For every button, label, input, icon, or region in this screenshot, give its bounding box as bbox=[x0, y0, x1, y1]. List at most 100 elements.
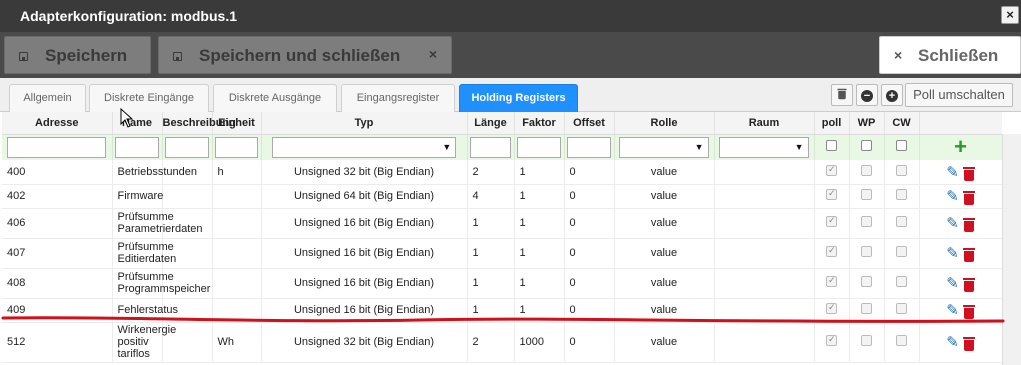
filter-typ-select[interactable] bbox=[271, 136, 457, 158]
cell-name: Firmware bbox=[112, 184, 163, 209]
tab-diskrete-ausgaenge[interactable]: Diskrete Ausgänge bbox=[213, 84, 337, 112]
edit-pencil-icon[interactable]: ✎ bbox=[946, 188, 959, 205]
delete-trash-icon[interactable] bbox=[962, 278, 975, 293]
col-header-offset[interactable]: Offset bbox=[564, 112, 615, 135]
cell-faktor: 1000 bbox=[514, 322, 565, 363]
filter-offset-input[interactable] bbox=[566, 136, 612, 158]
table-row[interactable]: 512 Wirkenergie positiv tariflos Wh Unsigne… bbox=[2, 322, 1002, 363]
cw-checkbox[interactable] bbox=[896, 335, 907, 346]
poll-checkbox[interactable] bbox=[826, 302, 837, 314]
cell-rolle: value bbox=[614, 208, 715, 239]
col-header-raum[interactable]: Raum bbox=[714, 112, 815, 135]
edit-pencil-icon[interactable]: ✎ bbox=[946, 302, 959, 319]
col-header-laenge[interactable]: Länge bbox=[467, 112, 515, 135]
minus-circle-icon: − bbox=[861, 90, 873, 102]
wp-checkbox[interactable] bbox=[861, 303, 872, 314]
col-header-adresse[interactable]: Adresse bbox=[2, 112, 113, 135]
tab-eingangsregister[interactable]: Eingangsregister bbox=[341, 84, 455, 112]
col-header-einheit[interactable]: Einheit bbox=[212, 112, 262, 135]
delete-trash-icon[interactable] bbox=[962, 337, 975, 352]
cell-wp bbox=[849, 160, 885, 185]
wp-checkbox[interactable] bbox=[861, 276, 872, 287]
col-header-rolle[interactable]: Rolle bbox=[614, 112, 715, 135]
tab-allgemein[interactable]: Allgemein bbox=[9, 84, 86, 112]
edit-pencil-icon[interactable]: ✎ bbox=[946, 215, 959, 232]
wp-checkbox[interactable] bbox=[861, 246, 872, 257]
table-row[interactable]: 407 Prüfsumme Editierdaten Unsigned 16 bit… bbox=[2, 238, 1002, 269]
tab-diskrete-eingaenge[interactable]: Diskrete Eingänge bbox=[89, 84, 209, 112]
filter-adresse-input[interactable] bbox=[7, 136, 107, 158]
expand-button[interactable]: + bbox=[881, 84, 903, 106]
delete-trash-icon[interactable] bbox=[962, 191, 975, 206]
filter-einheit-input[interactable] bbox=[214, 136, 259, 158]
header-row: Adresse Name Beschreibung Einheit Typ Lä… bbox=[2, 112, 1002, 135]
filter-raum-select[interactable] bbox=[719, 136, 809, 158]
edit-pencil-icon[interactable]: ✎ bbox=[946, 275, 959, 292]
collapse-button[interactable]: − bbox=[856, 84, 878, 106]
filter-poll-checkbox[interactable] bbox=[826, 140, 837, 152]
wp-checkbox[interactable] bbox=[861, 164, 872, 176]
cell-laenge: 4 bbox=[467, 184, 515, 209]
filter-laenge-input[interactable] bbox=[469, 136, 512, 158]
wp-checkbox[interactable] bbox=[861, 335, 872, 346]
cw-checkbox[interactable] bbox=[896, 189, 907, 200]
delete-all-button[interactable] bbox=[831, 84, 853, 106]
poll-checkbox[interactable] bbox=[826, 245, 837, 257]
wp-checkbox[interactable] bbox=[861, 216, 872, 227]
poll-checkbox[interactable] bbox=[826, 334, 837, 346]
close-button[interactable]: × Schließen bbox=[879, 36, 1021, 74]
cell-rolle: value bbox=[614, 322, 715, 363]
cell-cw bbox=[884, 160, 920, 185]
table-row[interactable]: 408 Prüfsumme Programmspeicher Unsigned 16… bbox=[2, 268, 1002, 299]
filter-cw-checkbox[interactable] bbox=[896, 140, 907, 152]
filter-rolle-select[interactable] bbox=[619, 136, 709, 158]
col-header-beschreibung[interactable]: Beschreibung bbox=[162, 112, 236, 135]
delete-trash-icon[interactable] bbox=[962, 305, 975, 320]
cw-checkbox[interactable] bbox=[896, 164, 907, 176]
poll-checkbox[interactable] bbox=[826, 188, 837, 200]
edit-pencil-icon[interactable]: ✎ bbox=[946, 245, 959, 262]
cw-checkbox[interactable] bbox=[896, 303, 907, 314]
table-row[interactable]: 400 Betriebsstunden h Unsigned 32 bit (Big … bbox=[2, 160, 1002, 185]
filter-faktor-input[interactable] bbox=[516, 136, 562, 158]
filter-beschreibung-input[interactable] bbox=[164, 136, 210, 158]
cell-rolle: value bbox=[614, 298, 715, 323]
cw-checkbox[interactable] bbox=[896, 246, 907, 257]
delete-trash-icon[interactable] bbox=[962, 248, 975, 263]
table-row[interactable]: 409 Fehlerstatus Unsigned 16 bit (Big Endi… bbox=[2, 298, 1002, 323]
window-title: Adapterkonfiguration: modbus.1 bbox=[20, 8, 237, 24]
cw-checkbox[interactable] bbox=[896, 216, 907, 227]
cell-actions: ✎ bbox=[919, 184, 1002, 209]
cell-cw bbox=[884, 298, 920, 323]
tab-holding-registers[interactable]: Holding Registers bbox=[459, 84, 578, 112]
col-header-wp[interactable]: WP bbox=[849, 112, 885, 135]
save-and-close-button[interactable]: Speichern und schließen × bbox=[158, 36, 452, 74]
add-row-icon[interactable]: + bbox=[954, 134, 967, 159]
filter-name-input[interactable] bbox=[114, 136, 160, 158]
cw-checkbox[interactable] bbox=[896, 276, 907, 287]
poll-checkbox[interactable] bbox=[826, 164, 837, 176]
cell-faktor: 1 bbox=[514, 298, 565, 323]
save-and-close-label: Speichern und schließen bbox=[199, 46, 401, 65]
poll-checkbox[interactable] bbox=[826, 215, 837, 227]
col-header-typ[interactable]: Typ bbox=[261, 112, 468, 135]
col-header-poll[interactable]: poll bbox=[814, 112, 850, 135]
filter-wp-checkbox[interactable] bbox=[861, 140, 872, 152]
poll-toggle-button[interactable]: Poll umschalten bbox=[905, 83, 1013, 107]
save-button[interactable]: Speichern bbox=[4, 36, 151, 74]
cell-adresse: 400 bbox=[2, 160, 113, 185]
window-close-button[interactable]: × bbox=[1001, 6, 1019, 24]
cell-typ: Unsigned 16 bit (Big Endian) bbox=[261, 298, 468, 323]
table-row[interactable]: 402 Firmware Unsigned 64 bit (Big Endian) 4… bbox=[2, 184, 1002, 209]
table-row[interactable]: 406 Prüfsumme Parametrierdaten Unsigned 16… bbox=[2, 208, 1002, 239]
col-header-faktor[interactable]: Faktor bbox=[514, 112, 565, 135]
table-scrollbar[interactable] bbox=[1002, 134, 1021, 365]
poll-checkbox[interactable] bbox=[826, 275, 837, 287]
delete-trash-icon[interactable] bbox=[962, 218, 975, 233]
edit-pencil-icon[interactable]: ✎ bbox=[946, 164, 959, 181]
cell-rolle: value bbox=[614, 238, 715, 269]
col-header-cw[interactable]: CW bbox=[884, 112, 920, 135]
delete-trash-icon[interactable] bbox=[962, 166, 975, 181]
edit-pencil-icon[interactable]: ✎ bbox=[946, 334, 959, 351]
wp-checkbox[interactable] bbox=[861, 189, 872, 200]
